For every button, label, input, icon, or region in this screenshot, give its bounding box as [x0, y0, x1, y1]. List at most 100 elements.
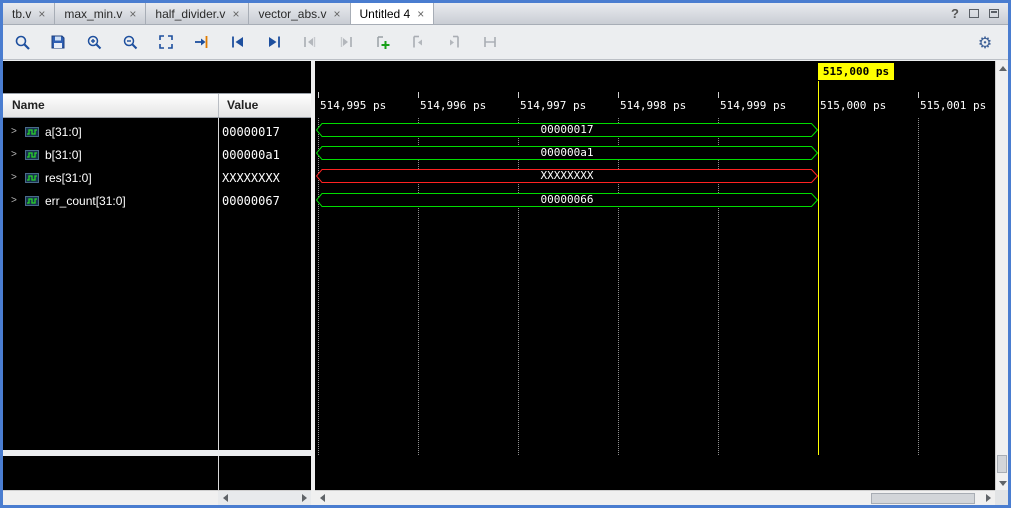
time-label: 514,999 ps — [720, 99, 786, 113]
signal-row-res[interactable]: > res[31:0] XXXXXXXX — [3, 166, 311, 189]
tab-half-divider-v[interactable]: half_divider.v × — [146, 3, 249, 24]
ruler-tick — [318, 92, 319, 98]
settings-gear-icon[interactable]: ⚙ — [976, 33, 994, 51]
time-cursor[interactable] — [818, 81, 819, 455]
previous-marker-icon[interactable] — [409, 33, 427, 51]
tab-max-min-v[interactable]: max_min.v × — [55, 3, 146, 24]
maximize-icon[interactable] — [989, 9, 999, 18]
zoom-in-icon[interactable] — [85, 33, 103, 51]
cursor-time-marker[interactable]: 515,000 ps — [818, 63, 894, 80]
wave-vscrollbar[interactable] — [995, 61, 1008, 490]
previous-edge-icon[interactable] — [301, 33, 319, 51]
scrollbar-corner — [995, 490, 1008, 505]
add-marker-icon[interactable] — [373, 33, 391, 51]
column-divider — [218, 94, 219, 117]
tab-vector-abs-v[interactable]: vector_abs.v × — [249, 3, 350, 24]
ruler-tick — [518, 92, 519, 98]
float-icon[interactable] — [969, 9, 979, 18]
tab-close-icon[interactable]: × — [232, 8, 239, 20]
name-column-header: Name — [12, 94, 45, 117]
signal-name: b[31:0] — [45, 148, 82, 162]
wave-hscrollbar[interactable] — [315, 490, 995, 505]
column-divider — [218, 456, 219, 490]
signal-value: 00000067 — [222, 194, 280, 208]
bus-signal-icon — [25, 126, 39, 138]
tab-label: tb.v — [12, 7, 31, 21]
signal-name: err_count[31:0] — [45, 194, 126, 208]
main-area: Name Value > a[31:0] 00000017 > b[31:0] … — [3, 61, 1008, 505]
scroll-right-icon[interactable] — [297, 491, 311, 505]
ruler-tick — [618, 92, 619, 98]
tab-label: vector_abs.v — [258, 7, 326, 21]
next-transition-icon[interactable] — [265, 33, 283, 51]
tab-close-icon[interactable]: × — [334, 8, 341, 20]
zoom-to-cursor-icon[interactable] — [193, 33, 211, 51]
signal-row-err-count[interactable]: > err_count[31:0] 00000067 — [3, 189, 311, 212]
scroll-up-icon[interactable] — [996, 61, 1010, 75]
signal-name: a[31:0] — [45, 125, 82, 139]
wave-bus-err-count: 00000066 — [316, 193, 818, 207]
scroll-down-icon[interactable] — [996, 476, 1010, 490]
wave-bus-res: XXXXXXXX — [316, 169, 818, 183]
time-label: 515,001 ps — [920, 99, 986, 113]
tab-close-icon[interactable]: × — [38, 8, 45, 20]
previous-transition-icon[interactable] — [229, 33, 247, 51]
signal-row-b[interactable]: > b[31:0] 000000a1 — [3, 143, 311, 166]
help-icon[interactable]: ? — [951, 6, 959, 21]
tab-bar: tb.v × max_min.v × half_divider.v × vect… — [3, 3, 1008, 25]
value-column-header: Value — [227, 94, 258, 117]
column-divider — [218, 118, 219, 450]
time-label: 514,995 ps — [320, 99, 386, 113]
scroll-right-icon[interactable] — [981, 491, 995, 505]
titlebar-controls: ? — [951, 3, 1008, 24]
save-icon[interactable] — [49, 33, 67, 51]
tab-label: Untitled 4 — [360, 7, 411, 21]
signal-value: 00000017 — [222, 125, 280, 139]
next-edge-icon[interactable] — [337, 33, 355, 51]
bus-value-label: 00000066 — [316, 193, 818, 207]
tab-close-icon[interactable]: × — [417, 8, 424, 20]
wave-bus-b: 000000a1 — [316, 146, 818, 160]
signal-value: XXXXXXXX — [222, 171, 280, 185]
expand-chevron-icon[interactable]: > — [11, 172, 19, 183]
tab-label: max_min.v — [64, 7, 122, 21]
scroll-left-icon[interactable] — [315, 491, 329, 505]
zoom-fit-icon[interactable] — [157, 33, 175, 51]
signal-list-panel: Name Value > a[31:0] 00000017 > b[31:0] … — [3, 61, 311, 505]
tab-close-icon[interactable]: × — [129, 8, 136, 20]
signal-row-a[interactable]: > a[31:0] 00000017 — [3, 120, 311, 143]
time-label: 514,997 ps — [520, 99, 586, 113]
expand-chevron-icon[interactable]: > — [11, 195, 19, 206]
ruler-tick — [918, 92, 919, 98]
tab-label: half_divider.v — [155, 7, 225, 21]
search-icon[interactable] — [13, 33, 31, 51]
waveform-window: tb.v × max_min.v × half_divider.v × vect… — [0, 0, 1011, 508]
ruler-tick — [718, 92, 719, 98]
wave-toolbar: ⚙ — [3, 25, 1008, 60]
signal-panel-lower-strip — [3, 456, 311, 490]
signal-value: 000000a1 — [222, 148, 280, 162]
next-marker-icon[interactable] — [445, 33, 463, 51]
tab-tb-v[interactable]: tb.v × — [3, 3, 55, 24]
swap-cursors-icon[interactable] — [481, 33, 499, 51]
time-label: 514,996 ps — [420, 99, 486, 113]
bus-signal-icon — [25, 172, 39, 184]
hscrollbar-thumb[interactable] — [871, 493, 975, 504]
signal-panel-top-strip — [3, 61, 311, 93]
waveform-viewer[interactable]: 515,000 ps 514,995 ps 514,996 ps 514,997… — [315, 61, 995, 505]
signal-table-header: Name Value — [3, 93, 311, 118]
time-label: 514,998 ps — [620, 99, 686, 113]
gridline — [918, 118, 919, 455]
expand-chevron-icon[interactable]: > — [11, 126, 19, 137]
ruler-tick — [418, 92, 419, 98]
bus-value-label: 00000017 — [316, 123, 818, 137]
bus-value-label: XXXXXXXX — [316, 169, 818, 183]
tab-untitled-4[interactable]: Untitled 4 × — [351, 3, 435, 24]
vscrollbar-thumb[interactable] — [997, 455, 1007, 473]
zoom-out-icon[interactable] — [121, 33, 139, 51]
signal-rows: > a[31:0] 00000017 > b[31:0] 000000a1 > … — [3, 118, 311, 450]
expand-chevron-icon[interactable]: > — [11, 149, 19, 160]
signal-panel-hscrollbar[interactable] — [3, 490, 311, 505]
scroll-left-icon[interactable] — [218, 491, 232, 505]
signal-name: res[31:0] — [45, 171, 92, 185]
